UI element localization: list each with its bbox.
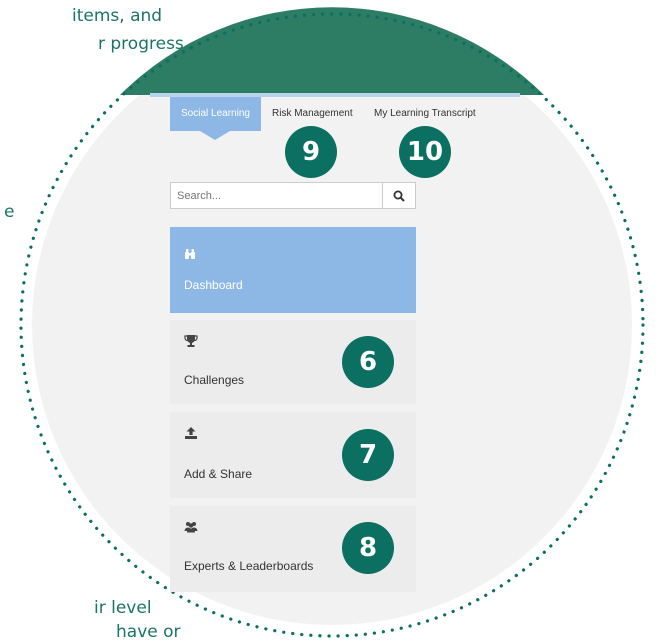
callout-badge-7: 7 xyxy=(342,429,394,481)
users-icon xyxy=(184,520,198,538)
binoculars-icon xyxy=(184,247,196,265)
trophy-icon xyxy=(184,334,198,353)
search-button[interactable] xyxy=(382,183,415,208)
nav-card-label: Challenges xyxy=(184,373,245,387)
callout-badge-9: 9 xyxy=(285,126,337,178)
nav-card-label: Experts & Leaderboards xyxy=(184,559,314,573)
nav-card-dashboard[interactable]: Dashboard xyxy=(170,227,416,313)
search-input[interactable] xyxy=(171,183,379,208)
callout-badge-8: 8 xyxy=(342,522,394,574)
search-box xyxy=(170,182,416,209)
tab-social-learning[interactable]: Social Learning xyxy=(170,97,261,140)
search-icon xyxy=(393,190,405,202)
callout-badge-10: 10 xyxy=(399,126,451,178)
nav-card-label: Dashboard xyxy=(184,278,243,292)
upload-icon xyxy=(184,426,198,445)
callout-badge-6: 6 xyxy=(342,336,394,388)
nav-card-label: Add & Share xyxy=(184,467,253,481)
